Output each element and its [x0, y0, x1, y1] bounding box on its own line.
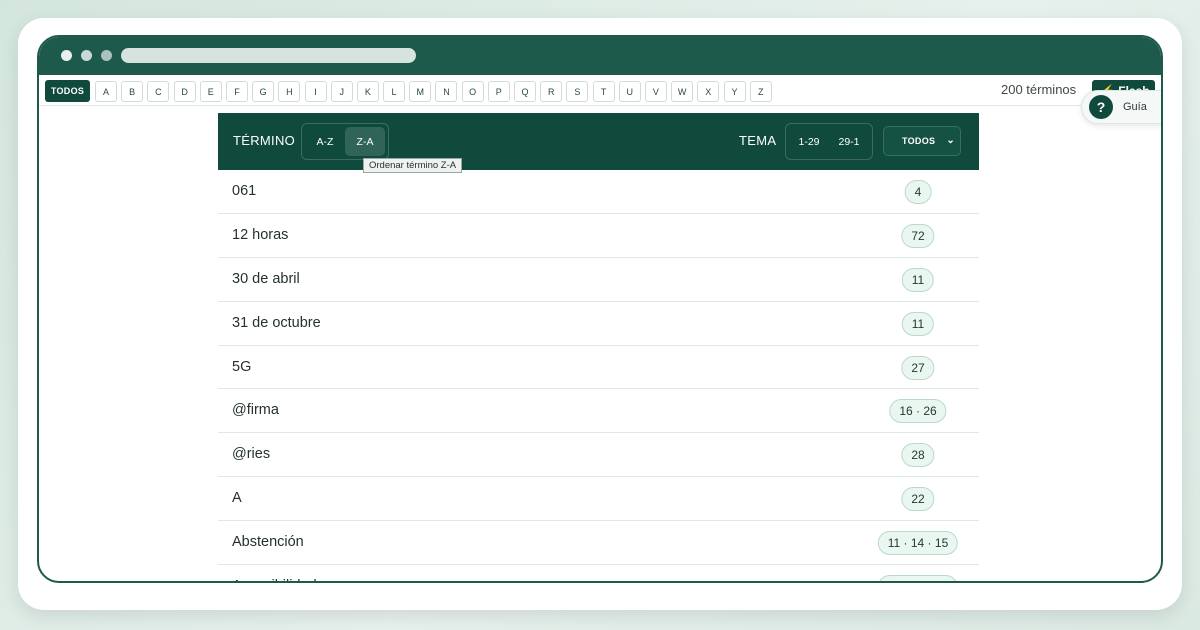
term-name: 30 de abril	[232, 270, 300, 287]
alphabet-letter-button[interactable]: I	[304, 81, 327, 102]
table-row[interactable]: @firma 16 · 26	[218, 389, 979, 434]
window-dot-icon	[81, 50, 92, 61]
alphabet-all-button[interactable]: TODOS	[45, 80, 90, 102]
address-bar[interactable]	[121, 48, 416, 63]
alphabet-letter-button[interactable]: P	[487, 81, 510, 102]
topic-badge[interactable]: 16 · 26	[889, 399, 947, 424]
alphabet-letter-button[interactable]: K	[356, 81, 379, 102]
table-row[interactable]: 5G 27	[218, 346, 979, 390]
window-dot-icon	[101, 50, 112, 61]
browser-window: TODOS ABCDEFGHIJKLMNOPQRSTUVWXYZ 200 tér…	[37, 35, 1163, 583]
alphabet-letter-button[interactable]: O	[461, 81, 484, 102]
alphabet-letter-button[interactable]: M	[409, 81, 432, 102]
alphabet-letter-button[interactable]: L	[383, 81, 406, 102]
alphabet-letter-button[interactable]: H	[278, 81, 301, 102]
term-name: Accesibilidad	[232, 578, 317, 581]
alphabet-letter-button[interactable]: G	[252, 81, 275, 102]
chevron-down-icon: ⌄	[946, 135, 955, 146]
alphabet-letter-button[interactable]: S	[566, 81, 589, 102]
alphabet-letter-button[interactable]: Q	[514, 81, 536, 102]
term-name: 12 horas	[232, 226, 289, 243]
tema-select[interactable]: TODOS ⌄	[883, 126, 961, 156]
term-count: 200 términos	[1001, 82, 1077, 97]
alphabet-letter-button[interactable]: T	[592, 81, 615, 102]
term-list: 061 4 12 horas 72 30 de abril 11 31 de octubre…	[218, 170, 979, 581]
topic-badge[interactable]: 11	[901, 311, 935, 336]
alphabet-letter-button[interactable]: A	[95, 81, 117, 102]
tema-sort-toggle: 1-29 29-1	[785, 123, 873, 160]
topic-badge[interactable]: 28	[901, 443, 935, 468]
alphabet-letter-button[interactable]: Y	[723, 81, 746, 102]
table-row[interactable]: Accesibilidad 11 · 14 · 15	[218, 565, 979, 581]
term-name: 5G	[232, 358, 252, 375]
table-row[interactable]: 061 4	[218, 170, 979, 214]
table-row[interactable]: A 22	[218, 477, 979, 522]
term-name: 31 de octubre	[232, 314, 321, 331]
tema-desc-button[interactable]: 29-1	[829, 127, 869, 156]
topic-badge[interactable]: 11 · 14 · 15	[877, 531, 959, 556]
topic-badge[interactable]: 11	[901, 267, 935, 292]
table-header: TÉRMINO A-Z Z-A TEMA 1-29 29-1 TODOS ⌄ O…	[218, 113, 979, 173]
topic-badge[interactable]: 72	[901, 223, 935, 248]
term-column-header: TÉRMINO	[233, 133, 296, 148]
topic-badge[interactable]: 22	[901, 487, 935, 512]
alphabet-letter-button[interactable]: Z	[749, 81, 772, 102]
table-row[interactable]: 12 horas 72	[218, 214, 979, 258]
alphabet-letter-button[interactable]: J	[330, 81, 353, 102]
help-icon: ?	[1089, 95, 1113, 119]
sort-az-button[interactable]: A-Z	[305, 127, 345, 156]
term-name: @ries	[232, 446, 271, 463]
alphabet-filter-bar: TODOS ABCDEFGHIJKLMNOPQRSTUVWXYZ 200 tér…	[39, 75, 1161, 106]
alphabet-letter-list: ABCDEFGHIJKLMNOPQRSTUVWXYZ	[95, 81, 776, 102]
table-row[interactable]: @ries 28	[218, 433, 979, 478]
alphabet-letter-button[interactable]: B	[121, 81, 144, 102]
sort-toggle: A-Z Z-A	[301, 123, 389, 160]
table-row[interactable]: 30 de abril 11	[218, 258, 979, 302]
term-name: A	[232, 490, 242, 507]
alphabet-letter-button[interactable]: D	[173, 81, 196, 102]
browser-titlebar	[39, 37, 1161, 75]
term-name: Abstención	[232, 534, 304, 551]
topic-badge[interactable]: 4	[904, 180, 932, 204]
topic-badge[interactable]: 11 · 14 · 15	[877, 575, 959, 581]
sort-za-button[interactable]: Z-A	[345, 127, 385, 156]
guide-button[interactable]: ? Guía	[1081, 90, 1161, 124]
alphabet-letter-button[interactable]: F	[225, 81, 248, 102]
alphabet-letter-button[interactable]: U	[618, 81, 641, 102]
tema-column-header: TEMA	[739, 133, 777, 148]
alphabet-letter-button[interactable]: R	[540, 81, 563, 102]
table-row[interactable]: Abstención 11 · 14 · 15	[218, 521, 979, 566]
alphabet-letter-button[interactable]: X	[697, 81, 720, 102]
tema-select-value: TODOS	[902, 136, 936, 146]
alphabet-letter-button[interactable]: E	[199, 81, 222, 102]
term-name: 061	[232, 183, 257, 199]
topic-badge[interactable]: 27	[901, 355, 935, 380]
table-row[interactable]: 31 de octubre 11	[218, 302, 979, 346]
alphabet-letter-button[interactable]: N	[435, 81, 458, 102]
alphabet-letter-button[interactable]: C	[147, 81, 170, 102]
term-name: @firma	[232, 402, 279, 419]
alphabet-letter-button[interactable]: V	[644, 81, 667, 102]
guide-label: Guía	[1123, 101, 1147, 113]
window-dot-icon	[61, 50, 72, 61]
glossary-table: TÉRMINO A-Z Z-A TEMA 1-29 29-1 TODOS ⌄ O…	[218, 113, 979, 581]
tema-asc-button[interactable]: 1-29	[789, 127, 829, 156]
alphabet-letter-button[interactable]: W	[671, 81, 694, 102]
